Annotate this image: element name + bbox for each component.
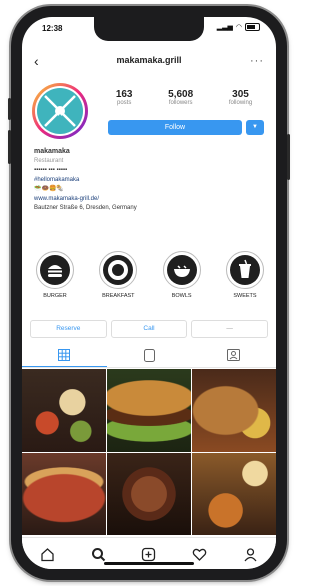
reserve-button[interactable]: Reserve <box>30 320 107 338</box>
status-icons: ▂▃▅ ◠ <box>217 23 260 31</box>
burger-icon <box>40 255 70 285</box>
profile-stats: 163 posts 5,608 followers 305 following <box>98 89 270 106</box>
stat-label: followers <box>168 100 193 106</box>
profile-tabs <box>22 343 276 368</box>
profile-website-link[interactable]: www.makamaka-grill.de/ <box>34 195 264 205</box>
bio-line: ▪▪▪▪▪▪ ▪▪▪ ▪▪▪▪▪ <box>34 167 68 173</box>
bio-hashtag[interactable]: #hellomakamaka <box>34 176 264 186</box>
grid-photo[interactable] <box>192 369 276 452</box>
tagged-icon <box>227 349 241 361</box>
highlight-label: BURGER <box>43 293 67 299</box>
chevron-down-icon[interactable]: ▼ <box>246 120 264 135</box>
stat-following[interactable]: 305 following <box>229 89 252 106</box>
tab-tagged[interactable] <box>191 343 276 367</box>
bowl-icon <box>166 255 197 285</box>
bio-emoji-line: 🥗🍩🍔🌯 <box>34 186 64 192</box>
battery-icon <box>245 23 260 31</box>
donut-icon <box>103 255 134 285</box>
side-button <box>8 98 11 120</box>
phone-screen: 12:38 ▂▃▅ ◠ ‹ makamaka.grill ··· 163 pos… <box>22 17 276 569</box>
highlight-label: BREAKFAST <box>102 293 135 299</box>
signal-icon: ▂▃▅ <box>216 24 233 31</box>
profile-header: ‹ makamaka.grill ··· <box>22 51 276 73</box>
status-time: 12:38 <box>42 24 63 33</box>
notch <box>94 17 204 41</box>
stat-label: following <box>228 100 253 106</box>
stat-posts[interactable]: 163 posts <box>116 89 133 106</box>
search-icon[interactable] <box>91 547 106 562</box>
tab-grid[interactable] <box>22 343 107 367</box>
profile-actions: Reserve Call — <box>30 320 269 338</box>
stat-label: posts <box>116 100 132 106</box>
grid-photo[interactable] <box>22 452 106 535</box>
photo-grid <box>22 369 276 535</box>
grid-photo[interactable] <box>192 452 276 535</box>
logo-icon <box>37 88 83 134</box>
stat-value: 5,608 <box>168 89 194 100</box>
highlight-breakfast[interactable]: BREAKFAST <box>93 251 143 299</box>
tv-icon <box>143 348 155 362</box>
profile-bio: makamaka Restaurant ▪▪▪▪▪▪ ▪▪▪ ▪▪▪▪▪ #he… <box>34 147 264 214</box>
more-options-icon[interactable]: ··· <box>250 51 264 71</box>
avatar[interactable] <box>32 83 88 139</box>
story-highlights: BURGER BREAKFAST BOWLS SWEETS <box>30 251 270 299</box>
profile-address[interactable]: Bautzner Straße 6, Dresden, Germany <box>34 204 264 214</box>
call-button[interactable]: Call <box>110 320 188 338</box>
side-button <box>8 130 11 164</box>
add-post-icon[interactable] <box>141 547 156 562</box>
grid-photo[interactable] <box>107 452 191 535</box>
stat-followers[interactable]: 5,608 followers <box>168 89 193 106</box>
grid-icon <box>58 348 71 361</box>
grid-photo[interactable] <box>22 369 106 452</box>
home-indicator <box>104 562 194 565</box>
follow-button[interactable]: Follow <box>108 120 242 135</box>
profile-name: makamaka <box>34 148 70 155</box>
cup-icon <box>229 255 260 285</box>
profile-icon[interactable] <box>243 547 258 562</box>
highlight-bowls[interactable]: BOWLS <box>157 251 207 299</box>
tab-igtv[interactable] <box>107 343 192 367</box>
highlight-label: SWEETS <box>233 293 257 299</box>
heart-icon[interactable] <box>192 547 207 562</box>
profile-category: Restaurant <box>34 157 64 164</box>
highlight-sweets[interactable]: SWEETS <box>220 251 270 299</box>
grid-photo[interactable] <box>107 369 191 452</box>
home-icon[interactable] <box>40 547 55 562</box>
more-actions-button[interactable]: — <box>191 320 269 338</box>
side-button <box>287 134 290 180</box>
wifi-icon: ◠ <box>235 24 242 31</box>
highlight-label: BOWLS <box>171 293 192 299</box>
stat-value: 305 <box>232 89 249 100</box>
profile-username: makamaka.grill <box>116 55 182 65</box>
highlight-burger[interactable]: BURGER <box>30 251 80 299</box>
stat-value: 163 <box>115 89 133 100</box>
